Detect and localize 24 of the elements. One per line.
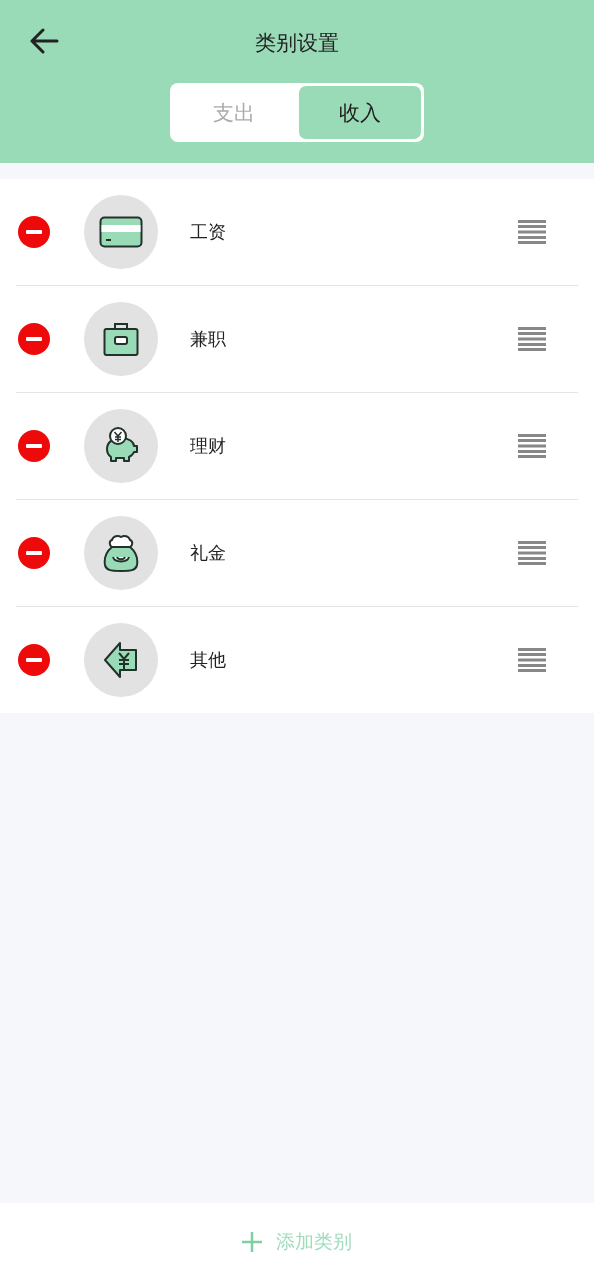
drag-handle-icon[interactable]	[518, 327, 546, 351]
drag-handle-icon[interactable]	[518, 541, 546, 565]
back-arrow-icon[interactable]	[29, 28, 59, 54]
drag-handle-icon[interactable]	[518, 434, 546, 458]
plus-icon	[242, 1231, 262, 1252]
delete-icon[interactable]	[18, 323, 50, 355]
category-name: 礼金	[190, 541, 227, 565]
category-name: 兼职	[190, 327, 227, 351]
delete-icon[interactable]	[18, 537, 50, 569]
money-bag-icon	[103, 533, 139, 573]
add-category-button[interactable]: 添加类别	[238, 1224, 356, 1259]
delete-icon[interactable]	[18, 644, 50, 676]
credit-card-icon	[99, 216, 143, 248]
drag-handle-icon[interactable]	[518, 220, 546, 244]
drag-handle-icon[interactable]	[518, 648, 546, 672]
category-name: 工资	[190, 220, 227, 244]
tab[interactable]: 收入	[298, 86, 421, 139]
page-title: 类别设置	[255, 30, 339, 57]
category-name: 理财	[190, 434, 227, 458]
arrow-yen-icon	[103, 641, 139, 679]
briefcase-icon	[103, 321, 139, 357]
delete-icon[interactable]	[18, 430, 50, 462]
category-name: 其他	[190, 648, 227, 672]
delete-icon[interactable]	[18, 216, 50, 248]
